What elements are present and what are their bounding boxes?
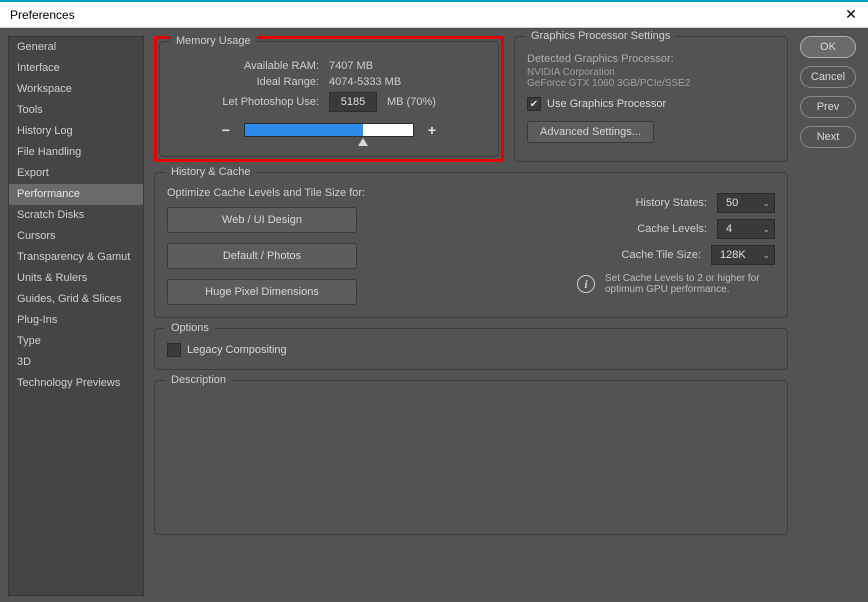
description-title: Description — [165, 374, 232, 386]
history-states-dropdown[interactable]: 50 ⌄ — [717, 193, 775, 213]
memory-slider[interactable] — [244, 123, 414, 137]
sidebar-item-interface[interactable]: Interface — [9, 58, 143, 79]
history-states-label: History States: — [437, 197, 707, 209]
chevron-down-icon: ⌄ — [762, 224, 770, 235]
gpu-vendor: NVIDIA Corporation — [527, 67, 775, 78]
gpu-group: Graphics Processor Settings Detected Gra… — [514, 36, 788, 162]
dialog-actions: OK Cancel Prev Next — [788, 36, 860, 594]
cache-preset-default-button[interactable]: Default / Photos — [167, 243, 357, 269]
sidebar-item-technology-previews[interactable]: Technology Previews — [9, 373, 143, 394]
cache-tile-size-label: Cache Tile Size: — [437, 249, 701, 261]
sidebar-item-3d[interactable]: 3D — [9, 352, 143, 373]
window-title: Preferences — [10, 8, 75, 22]
sidebar-item-cursors[interactable]: Cursors — [9, 226, 143, 247]
ideal-range-value: 4074-5333 MB — [329, 76, 401, 88]
use-gpu-label: Use Graphics Processor — [547, 98, 666, 110]
content: Memory Usage Available RAM: 7407 MB Idea… — [144, 36, 788, 594]
memory-usage-title: Memory Usage — [170, 35, 257, 47]
cache-info-text: Set Cache Levels to 2 or higher for opti… — [605, 273, 775, 295]
sidebar-item-plug-ins[interactable]: Plug-Ins — [9, 310, 143, 331]
sidebar: General Interface Workspace Tools Histor… — [8, 36, 144, 596]
advanced-settings-button[interactable]: Advanced Settings... — [527, 121, 654, 143]
sidebar-item-file-handling[interactable]: File Handling — [9, 142, 143, 163]
legacy-compositing-label: Legacy Compositing — [187, 344, 287, 356]
sidebar-item-type[interactable]: Type — [9, 331, 143, 352]
gpu-model: GeForce GTX 1060 3GB/PCIe/SSE2 — [527, 78, 775, 89]
memory-slider-thumb[interactable] — [358, 138, 368, 146]
sidebar-item-transparency-gamut[interactable]: Transparency & Gamut — [9, 247, 143, 268]
cache-preset-huge-button[interactable]: Huge Pixel Dimensions — [167, 279, 357, 305]
sidebar-item-general[interactable]: General — [9, 37, 143, 58]
let-photoshop-use-label: Let Photoshop Use: — [174, 96, 329, 108]
sidebar-item-export[interactable]: Export — [9, 163, 143, 184]
memory-minus-button[interactable]: − — [218, 122, 234, 138]
cache-levels-dropdown[interactable]: 4 ⌄ — [717, 219, 775, 239]
prev-button[interactable]: Prev — [800, 96, 856, 118]
cache-tile-size-dropdown[interactable]: 128K ⌄ — [711, 245, 775, 265]
use-gpu-checkbox[interactable] — [527, 97, 541, 111]
dialog-body: General Interface Workspace Tools Histor… — [0, 28, 868, 602]
memory-usage-highlight: Memory Usage Available RAM: 7407 MB Idea… — [154, 36, 504, 162]
memory-plus-button[interactable]: + — [424, 122, 440, 138]
titlebar: Preferences ✕ — [0, 2, 868, 28]
sidebar-item-scratch-disks[interactable]: Scratch Disks — [9, 205, 143, 226]
available-ram-label: Available RAM: — [174, 60, 329, 72]
sidebar-item-tools[interactable]: Tools — [9, 100, 143, 121]
legacy-compositing-checkbox[interactable] — [167, 343, 181, 357]
cache-tile-size-value: 128K — [720, 249, 746, 261]
close-icon[interactable]: ✕ — [840, 5, 862, 25]
sidebar-item-workspace[interactable]: Workspace — [9, 79, 143, 100]
description-group: Description — [154, 380, 788, 535]
history-cache-title: History & Cache — [165, 166, 256, 178]
sidebar-item-units-rulers[interactable]: Units & Rulers — [9, 268, 143, 289]
sidebar-item-performance[interactable]: Performance — [9, 184, 143, 205]
memory-use-suffix: MB (70%) — [387, 96, 436, 108]
cache-levels-value: 4 — [726, 223, 732, 235]
sidebar-item-history-log[interactable]: History Log — [9, 121, 143, 142]
info-icon: i — [577, 275, 595, 293]
history-states-value: 50 — [726, 197, 738, 209]
memory-slider-fill — [245, 124, 363, 136]
detected-gpu-label: Detected Graphics Processor: — [527, 53, 775, 65]
cache-optimize-hint: Optimize Cache Levels and Tile Size for: — [167, 187, 407, 199]
cache-preset-web-button[interactable]: Web / UI Design — [167, 207, 357, 233]
memory-usage-group: Memory Usage Available RAM: 7407 MB Idea… — [159, 41, 499, 157]
memory-use-input[interactable] — [329, 92, 377, 112]
options-title: Options — [165, 322, 215, 334]
ok-button[interactable]: OK — [800, 36, 856, 58]
gpu-title: Graphics Processor Settings — [525, 30, 676, 42]
cancel-button[interactable]: Cancel — [800, 66, 856, 88]
available-ram-value: 7407 MB — [329, 60, 373, 72]
chevron-down-icon: ⌄ — [762, 250, 770, 261]
chevron-down-icon: ⌄ — [762, 198, 770, 209]
ideal-range-label: Ideal Range: — [174, 76, 329, 88]
history-cache-group: History & Cache Optimize Cache Levels an… — [154, 172, 788, 318]
sidebar-item-guides-grid-slices[interactable]: Guides, Grid & Slices — [9, 289, 143, 310]
cache-levels-label: Cache Levels: — [437, 223, 707, 235]
options-group: Options Legacy Compositing — [154, 328, 788, 370]
next-button[interactable]: Next — [800, 126, 856, 148]
